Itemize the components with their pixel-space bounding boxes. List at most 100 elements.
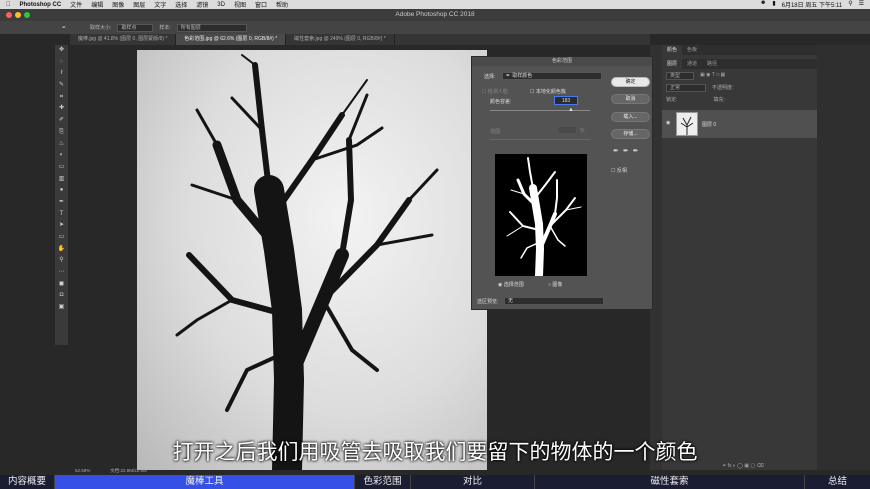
localized-clusters-checkbox[interactable]: ☐ 本地化颜色簇 xyxy=(530,88,566,95)
fuzziness-input[interactable]: 183 xyxy=(554,96,578,105)
sample-select[interactable]: 所有图层 xyxy=(176,23,247,32)
sample-size-select[interactable]: 取样点 xyxy=(117,23,154,32)
load-button[interactable]: 载入... xyxy=(611,112,650,122)
menu-file[interactable]: 文件 xyxy=(70,0,82,9)
eyedropper-subtract-icon[interactable]: ✒ xyxy=(633,147,639,155)
pen-tool-icon[interactable]: ✒ xyxy=(55,197,68,209)
tab-channels[interactable]: 通道 xyxy=(682,59,702,69)
range-slider[interactable] xyxy=(490,139,590,140)
path-select-tool-icon[interactable]: ➤ xyxy=(55,220,68,232)
history-brush-tool-icon[interactable]: ◐ xyxy=(55,150,68,162)
ok-button[interactable]: 确定 xyxy=(611,77,650,87)
tab-swatches[interactable]: 色板 xyxy=(682,45,702,55)
menu-layer[interactable]: 图层 xyxy=(133,0,145,9)
chapter-magic-wand[interactable]: 魔棒工具 xyxy=(55,475,355,489)
eraser-tool-icon[interactable]: ▭ xyxy=(55,162,68,174)
zoom-level[interactable]: 62.58% xyxy=(75,468,90,473)
move-tool-icon[interactable]: ✥ xyxy=(55,45,68,57)
lasso-tool-icon[interactable]: ℓ xyxy=(55,68,68,80)
eyedropper-add-icon[interactable]: ✒ xyxy=(623,147,629,155)
save-button[interactable]: 存储... xyxy=(611,129,650,139)
clock[interactable]: 6月18日 周五 下午5:11 xyxy=(782,0,843,9)
menu-window[interactable]: 窗口 xyxy=(255,0,267,9)
select-dropdown[interactable]: ✒ 取样颜色 xyxy=(502,72,602,80)
stamp-tool-icon[interactable]: ♨ xyxy=(55,139,68,151)
menu-filter[interactable]: 滤镜 xyxy=(196,0,208,9)
layer-kind-filter[interactable]: 类型 xyxy=(666,72,694,80)
marquee-tool-icon[interactable]: ◌ xyxy=(55,57,68,69)
layer-name[interactable]: 图层 0 xyxy=(702,121,716,128)
detect-faces-checkbox[interactable]: ☐ 检测人脸 xyxy=(482,88,508,95)
gradient-tool-icon[interactable]: ▥ xyxy=(55,174,68,186)
fuzziness-label: 颜色容差: xyxy=(490,99,512,105)
healing-tool-icon[interactable]: ✐ xyxy=(55,115,68,127)
tab-paths[interactable]: 路径 xyxy=(702,59,722,69)
filter-icons[interactable]: ▣ ◉ T □ ▦ xyxy=(700,72,725,80)
color-range-dialog: 色彩范围 选择: ✒ 取样颜色 ☐ 检测人脸 ☐ 本地化颜色簇 颜色容差: 18… xyxy=(471,56,653,310)
search-icon[interactable]: ⚲ xyxy=(848,0,852,9)
range-input[interactable] xyxy=(557,126,577,134)
image-radio[interactable]: ○ 图像 xyxy=(548,281,562,288)
cancel-button[interactable]: 取消 xyxy=(611,94,650,104)
dead-tree-image xyxy=(175,54,439,470)
color-swatches-icon[interactable]: ◼ xyxy=(55,279,68,291)
eyedropper-icon[interactable]: ✒ xyxy=(613,147,619,155)
battery-icon[interactable]: ▮ xyxy=(772,0,775,9)
options-bar: ✒ 取样大小: 取样点 样本: 所有图层 xyxy=(0,21,870,34)
eyedropper-icon[interactable]: ✒ xyxy=(62,25,66,31)
zoom-tool-icon[interactable]: ⚲ xyxy=(55,255,68,267)
brush-tool-icon[interactable]: ⎘ xyxy=(55,127,68,139)
tab-color-range-doc[interactable]: 色彩范围.jpg @ 62.6% (图层 0, RGB/8#) * xyxy=(176,34,287,45)
select-label: 选择: xyxy=(484,74,496,80)
close-window-button[interactable] xyxy=(6,12,12,18)
tab-layers[interactable]: 图层 xyxy=(662,59,683,69)
tab-magnetic-lasso-doc[interactable]: 磁性套索.jpg @ 249% (图层 0, RGB/8#) * xyxy=(286,34,395,45)
type-tool-icon[interactable]: T xyxy=(55,209,68,221)
chapter-contrast[interactable]: 对比 xyxy=(411,475,535,489)
selection-preview[interactable] xyxy=(495,154,587,276)
zoom-window-button[interactable] xyxy=(24,12,30,18)
fuzziness-slider-handle[interactable]: ▲ xyxy=(568,107,574,113)
selection-radio[interactable]: ◉ 选择范围 xyxy=(498,281,524,288)
quick-select-tool-icon[interactable]: ✎ xyxy=(55,80,68,92)
screen-mode-icon[interactable]: ▣ xyxy=(55,302,68,314)
detect-faces-label: 检测人脸 xyxy=(487,89,508,95)
invert-checkbox[interactable]: ☐ 反相 xyxy=(611,167,627,174)
chapter-magnetic-lasso[interactable]: 磁性套索 xyxy=(535,475,805,489)
menu-3d[interactable]: 3D xyxy=(217,2,225,8)
document-photo[interactable] xyxy=(137,50,487,470)
crop-tool-icon[interactable]: ⌗ xyxy=(55,92,68,104)
layer-row[interactable]: ◉ 图层 0 xyxy=(662,110,817,138)
minimize-window-button[interactable] xyxy=(15,12,21,18)
layer-thumbnail xyxy=(676,112,698,136)
chapter-color-range[interactable]: 色彩范围 xyxy=(355,475,411,489)
tab-magic-wand-doc[interactable]: 魔棒.jpg @ 41.8% (图层 0, 图层蒙版/8) * xyxy=(70,34,177,45)
chapter-summary[interactable]: 总结 xyxy=(805,475,870,489)
menu-edit[interactable]: 编辑 xyxy=(91,0,103,9)
app-name[interactable]: Photoshop CC xyxy=(20,2,62,8)
menu-list-icon[interactable]: ☰ xyxy=(859,0,864,9)
invert-label: 反相 xyxy=(616,168,627,174)
shape-tool-icon[interactable]: ▭ xyxy=(55,232,68,244)
more-tools-icon[interactable]: ⋯ xyxy=(55,267,68,279)
menu-select[interactable]: 选择 xyxy=(175,0,187,9)
quick-mask-icon[interactable]: ◘ xyxy=(55,290,68,302)
menu-type[interactable]: 文字 xyxy=(154,0,166,9)
visibility-eye-icon[interactable]: ◉ xyxy=(666,120,670,126)
apple-icon[interactable]:  xyxy=(6,2,11,8)
selection-preview-select[interactable]: 无 xyxy=(504,297,604,305)
eyedropper-tool-icon[interactable]: ✚ xyxy=(55,103,68,115)
user-icon[interactable]: ☻ xyxy=(760,0,766,9)
blur-tool-icon[interactable]: ● xyxy=(55,185,68,197)
chapter-overview[interactable]: 内容概要 xyxy=(0,475,55,489)
blend-mode-select[interactable]: 正常 xyxy=(666,84,706,92)
preview-tree-mask xyxy=(506,157,582,276)
menu-view[interactable]: 视图 xyxy=(234,0,246,9)
layers-panel: 颜色 色板 图层 通道 路径 类型 ▣ ◉ T □ ▦ 正常 不透明度: 锁定:… xyxy=(662,45,817,470)
fuzziness-slider[interactable] xyxy=(490,110,590,111)
tab-color[interactable]: 颜色 xyxy=(662,45,683,55)
menu-help[interactable]: 帮助 xyxy=(276,0,288,9)
status-bar: 62.58% 文档:22.9M/22.9M xyxy=(70,466,650,475)
hand-tool-icon[interactable]: ✋ xyxy=(55,244,68,256)
menu-image[interactable]: 图像 xyxy=(112,0,124,9)
